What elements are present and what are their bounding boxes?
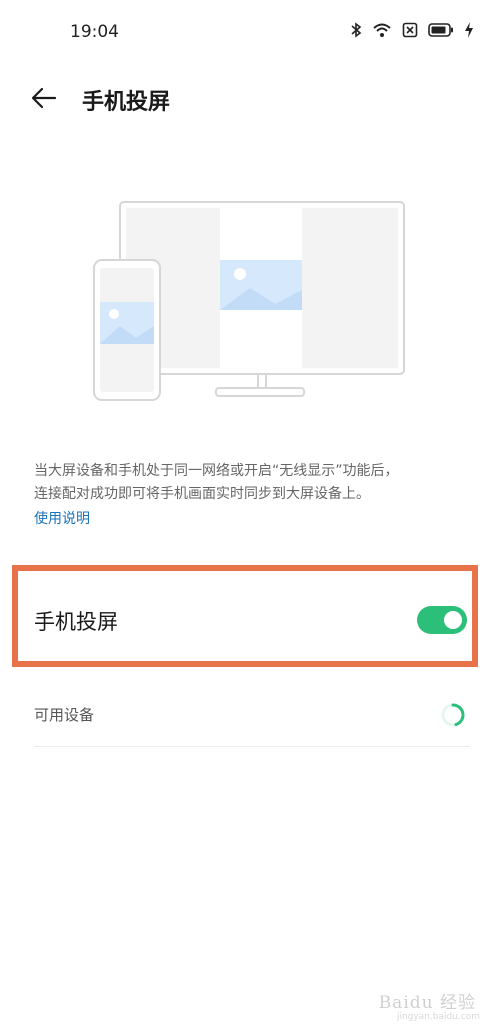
status-icons — [350, 22, 474, 38]
wifi-icon — [373, 23, 391, 37]
help-link[interactable]: 使用说明 — [34, 508, 90, 528]
status-time: 19:04 — [70, 22, 119, 42]
charging-icon — [465, 22, 473, 38]
screen-cast-toggle[interactable] — [417, 606, 467, 634]
description-text: 当大屏设备和手机处于同一网络或开启“无线显示”功能后， 连接配对成功即可将手机画… — [34, 460, 474, 506]
bluetooth-icon — [351, 22, 362, 38]
status-bar: 19:04 — [0, 0, 500, 66]
description-line-2: 连接配对成功即可将手机画面实时同步到大屏设备上。 — [34, 486, 370, 502]
toggle-label: 手机投屏 — [34, 610, 118, 634]
spinner-icon — [441, 703, 465, 727]
tv-illustration — [119, 201, 405, 397]
description-line-1: 当大屏设备和手机处于同一网络或开启“无线显示”功能后， — [34, 463, 399, 479]
divider — [34, 746, 470, 747]
page-title: 手机投屏 — [82, 90, 171, 115]
baidu-watermark-url: jingyan.baidu.com — [396, 1012, 480, 1022]
screen-cast-toggle-row[interactable]: 手机投屏 — [34, 590, 470, 650]
arrow-left-icon — [31, 87, 57, 109]
baidu-watermark: Baidu 经验 — [378, 993, 476, 1013]
available-devices-row: 可用设备 — [34, 692, 470, 742]
screen-cast-illustration — [93, 201, 405, 401]
available-devices-label: 可用设备 — [34, 706, 95, 724]
phone-illustration — [93, 259, 161, 401]
battery-icon — [428, 23, 453, 37]
toggle-knob — [444, 611, 462, 629]
header: 手机投屏 — [0, 78, 500, 122]
back-button[interactable] — [28, 82, 60, 114]
sim-icon — [402, 22, 418, 38]
